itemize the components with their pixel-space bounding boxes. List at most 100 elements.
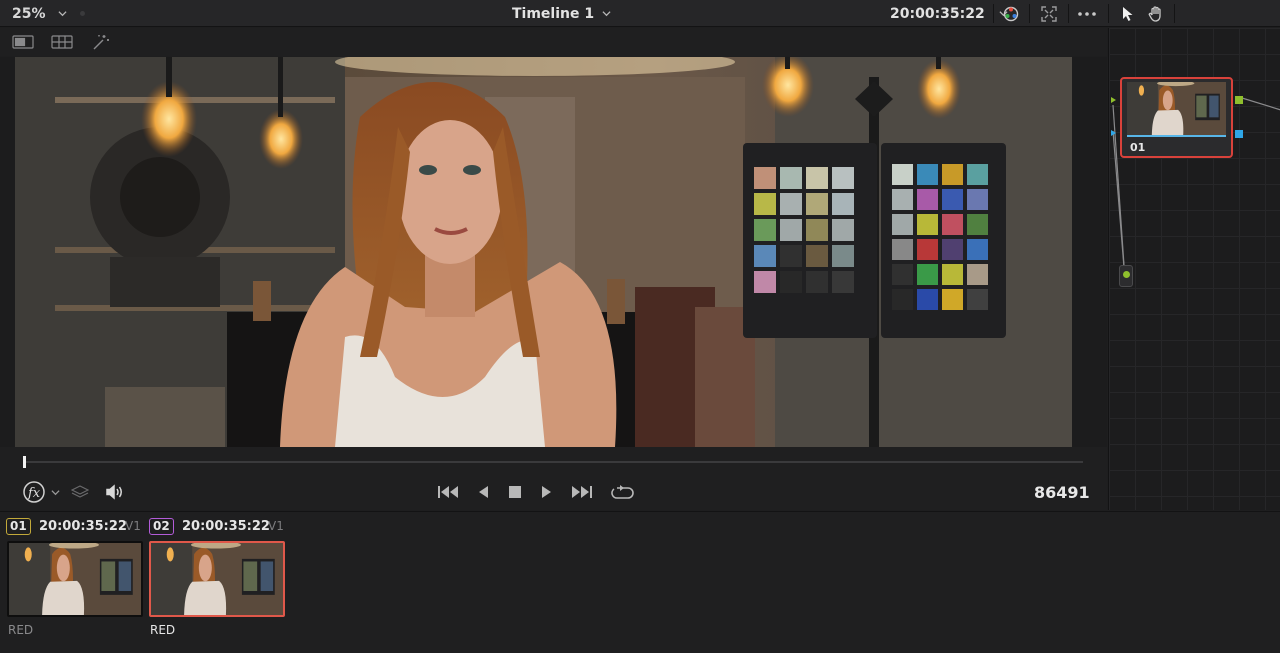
fullscreen-icon[interactable] (1038, 4, 1060, 23)
timecode-dropdown[interactable]: 20:00:35:22 (890, 0, 1008, 27)
zoom-level: 25% (12, 5, 46, 22)
layers-icon[interactable] (70, 483, 90, 501)
chevron-down-icon (57, 11, 67, 17)
color-swatch (917, 164, 938, 185)
color-swatch (892, 239, 913, 260)
more-options-icon[interactable] (1076, 4, 1098, 23)
speaker-icon[interactable] (103, 482, 127, 502)
color-swatch (780, 219, 802, 241)
color-swatch (967, 214, 988, 235)
color-swatch (780, 167, 802, 189)
color-wheel-icon[interactable] (1000, 4, 1022, 23)
color-swatch (832, 271, 854, 293)
clip-track: V1 (268, 519, 284, 533)
chevron-down-icon (602, 11, 611, 17)
fx-icon: fx (22, 481, 45, 503)
color-swatch (806, 167, 828, 189)
transport-area: fx 86491 (0, 447, 1107, 510)
timeline-title: Timeline 1 (512, 5, 595, 22)
color-swatch (917, 189, 938, 210)
node-thumbnail (1127, 82, 1226, 135)
node-progress-bar (1127, 135, 1226, 137)
indicator-dot-icon (80, 11, 85, 16)
clip-codec: RED (150, 623, 176, 637)
color-swatch (780, 271, 802, 293)
color-swatch (806, 193, 828, 215)
magic-wand-icon[interactable] (89, 33, 113, 51)
clip-number: 01 (6, 518, 31, 535)
color-swatch (967, 164, 988, 185)
color-swatch (832, 245, 854, 267)
fx-dropdown[interactable]: fx (20, 480, 62, 504)
color-swatch (942, 189, 963, 210)
color-swatch (967, 239, 988, 260)
clip-02[interactable]: 02 20:00:35:22 V1 RED (143, 512, 288, 653)
color-swatch (942, 164, 963, 185)
svg-text:fx: fx (27, 486, 41, 501)
color-swatch (917, 264, 938, 285)
node-editor[interactable]: 01 (1108, 28, 1280, 510)
top-bar: 25% Timeline 1 20:00:35:22 (0, 0, 1280, 27)
play-reverse-icon[interactable] (473, 482, 493, 502)
color-swatch (780, 193, 802, 215)
color-swatch (942, 214, 963, 235)
color-swatch (832, 193, 854, 215)
color-swatch (967, 189, 988, 210)
color-swatch (942, 239, 963, 260)
clip-number: 02 (149, 518, 174, 535)
viewer-toolbar (0, 28, 1107, 56)
color-swatch (917, 289, 938, 310)
viewer-frame[interactable] (15, 57, 1072, 447)
timecode-display: 20:00:35:22 (890, 5, 985, 22)
node-01[interactable]: 01 (1120, 77, 1233, 158)
timeline-dropdown[interactable]: Timeline 1 (512, 0, 611, 27)
divider (1108, 4, 1109, 23)
stop-icon[interactable] (505, 482, 525, 502)
chevron-down-icon (50, 489, 60, 495)
hand-icon[interactable] (1145, 4, 1167, 23)
color-swatch (967, 289, 988, 310)
clip-codec: RED (8, 623, 34, 637)
clip-track: V1 (125, 519, 141, 533)
viewer-margin-right (1072, 57, 1107, 447)
color-swatch (892, 214, 913, 235)
node-output-port-alpha[interactable] (1235, 130, 1243, 138)
clip-thumbnail[interactable] (149, 541, 285, 617)
skip-to-end-icon[interactable] (570, 482, 594, 502)
color-swatch (754, 271, 776, 293)
skip-to-start-icon[interactable] (436, 482, 460, 502)
zoom-dropdown[interactable]: 25% (12, 0, 67, 27)
color-swatch (806, 245, 828, 267)
clip-01[interactable]: 01 20:00:35:22 V1 RED (0, 512, 145, 653)
loop-icon[interactable] (610, 482, 636, 502)
color-swatch (754, 245, 776, 267)
color-swatch (806, 271, 828, 293)
color-swatch (832, 219, 854, 241)
color-swatch (754, 167, 776, 189)
clips-bar: 01 20:00:35:22 V1 RED 02 20:00:35:22 V1 (0, 511, 1280, 653)
gallery-view-icon[interactable] (50, 33, 74, 51)
color-swatch (967, 264, 988, 285)
divider (1068, 4, 1069, 23)
clip-timecode: 20:00:35:22 (39, 519, 127, 534)
output-port[interactable] (1123, 271, 1130, 278)
color-swatch (917, 214, 938, 235)
play-icon[interactable] (537, 482, 557, 502)
color-swatch (892, 264, 913, 285)
node-label: 01 (1130, 141, 1146, 154)
pointer-icon[interactable] (1117, 4, 1139, 23)
playhead[interactable] (23, 456, 26, 468)
viewer-image (15, 57, 1072, 447)
scrubber-track[interactable] (25, 461, 1083, 463)
divider (993, 4, 994, 23)
color-swatch (780, 245, 802, 267)
color-swatch (917, 239, 938, 260)
node-output-port-rgb[interactable] (1235, 96, 1243, 104)
color-swatch (806, 219, 828, 241)
clip-thumbnail[interactable] (7, 541, 143, 617)
color-swatch (892, 164, 913, 185)
single-viewer-icon[interactable] (11, 33, 35, 51)
color-swatch (942, 264, 963, 285)
frame-count: 86491 (1034, 483, 1090, 502)
output-node[interactable] (1119, 265, 1133, 287)
